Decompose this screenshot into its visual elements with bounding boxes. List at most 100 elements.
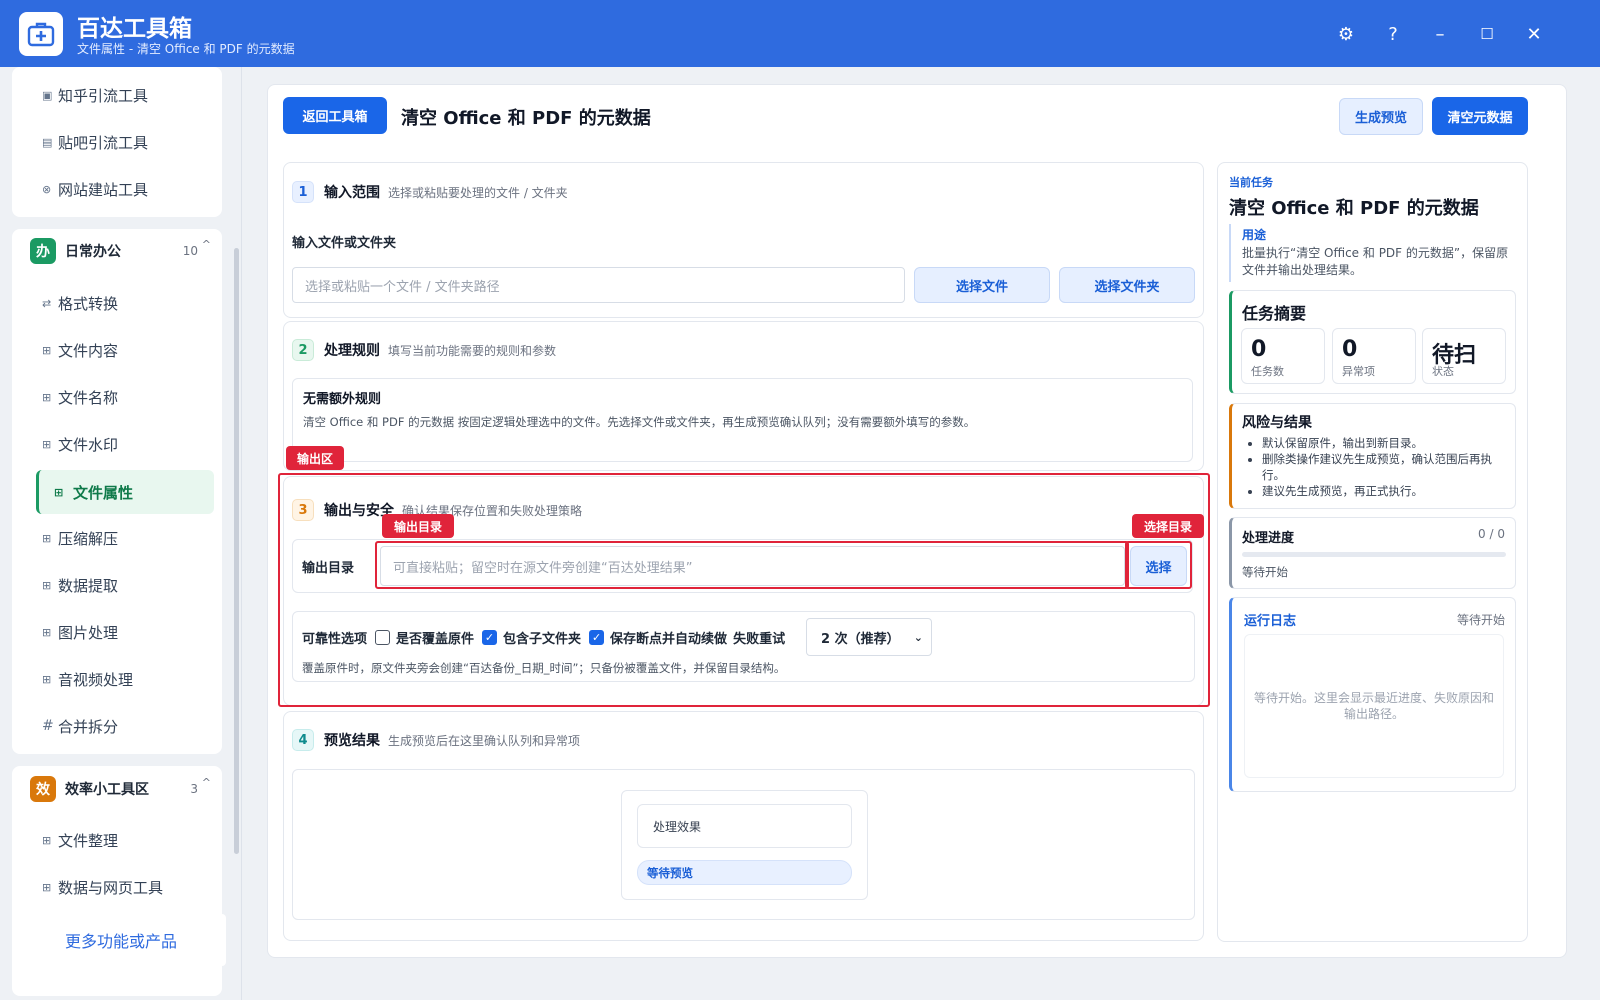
log-status: 等待开始 (1456, 613, 1505, 627)
hash-icon: # (42, 718, 54, 734)
sidebar-scrollbar[interactable] (234, 248, 239, 854)
settings-gear-icon[interactable]: ⚙ (1332, 20, 1360, 48)
rule-desc: 清空 Office 和 PDF 的元数据 按固定逻辑处理选中的文件。先选择文件或… (303, 415, 976, 429)
stat-value: 0 (1251, 337, 1267, 362)
task-title: 清空 Office 和 PDF 的元数据 (1229, 198, 1479, 219)
summary-title: 任务摘要 (1242, 304, 1307, 323)
retry-label: 失败重试 (733, 631, 786, 647)
sidebar-item-label: 数据与网页工具 (58, 878, 164, 897)
sidebar-item-label: 贴吧引流工具 (58, 133, 149, 152)
group-header-efficiency[interactable]: 效 效率小工具区 3 ^ (12, 767, 222, 811)
choose-folder-button[interactable]: 选择文件夹 (1059, 267, 1195, 303)
sidebar-item-label: 网站建站工具 (58, 180, 149, 199)
sidebar-item-label: 音视频处理 (58, 670, 134, 689)
tool-icon: ▤ (42, 135, 53, 149)
sidebar-item-label: 知乎引流工具 (58, 86, 149, 105)
sidebar-item-zhihu[interactable]: ▣ 知乎引流工具 (24, 75, 202, 115)
section-title: 输入范围 (324, 185, 380, 201)
sidebar-item-tieba[interactable]: ▤ 贴吧引流工具 (24, 122, 202, 162)
group-badge: 办 (30, 238, 56, 264)
sidebar-item-file-properties[interactable]: ⊞ 文件属性 (36, 470, 214, 514)
overwrite-label: 是否覆盖原件 (396, 631, 475, 647)
grid-icon: ⊞ (42, 880, 52, 894)
section-header: 2 处理规则 填写当前功能需要的规则和参数 (292, 339, 556, 361)
overwrite-checkbox[interactable] (375, 629, 391, 645)
generate-preview-button[interactable]: 生成预览 (1339, 98, 1423, 135)
progress-count: 0 / 0 (1478, 527, 1505, 541)
retry-select[interactable]: 2 次（推荐） ⌄ (806, 618, 932, 656)
sidebar-item-watermark[interactable]: ⊞ 文件水印 (24, 424, 202, 464)
rule-title: 无需额外规则 (303, 392, 382, 407)
minimize-button[interactable]: – (1426, 20, 1454, 48)
sidebar-item-label: 压缩解压 (58, 529, 119, 548)
sidebar-item-audio-video[interactable]: ⊞ 音视频处理 (24, 659, 202, 699)
output-dir-label: 输出目录 (302, 561, 355, 576)
grid-icon: ⊞ (42, 833, 52, 847)
output-zone-tag: 输出区 (286, 446, 344, 470)
sidebar-item-compress[interactable]: ⊞ 压缩解压 (24, 518, 202, 558)
progress-bar (1242, 552, 1506, 557)
sidebar-item-website[interactable]: ⊗ 网站建站工具 (24, 169, 202, 209)
stat-status: 待扫 状态 (1422, 328, 1506, 384)
choose-dir-tag: 选择目录 (1132, 514, 1204, 538)
chevron-down-icon: ⌄ (913, 630, 923, 644)
convert-icon: ⇄ (42, 296, 52, 310)
section-header: 1 输入范围 选择或粘贴要处理的文件 / 文件夹 (292, 181, 568, 203)
input-path-field[interactable]: 选择或粘贴一个文件 / 文件夹路径 (292, 267, 905, 303)
sidebar-item-merge-split[interactable]: # 合并拆分 (24, 706, 202, 746)
effect-box: 处理效果 (637, 804, 852, 848)
progress-title: 处理进度 (1242, 531, 1295, 546)
resume-checkbox[interactable]: ✓ (589, 629, 605, 645)
grid-icon: ⊞ (54, 485, 64, 499)
sidebar-item-image[interactable]: ⊞ 图片处理 (24, 612, 202, 652)
sidebar-item-format-convert[interactable]: ⇄ 格式转换 (24, 283, 202, 323)
purpose-text: 批量执行“清空 Office 和 PDF 的元数据”，保留原文件并输出处理结果。 (1242, 246, 1509, 277)
sidebar-item-label: 文件水印 (58, 435, 119, 454)
log-output[interactable]: 等待开始。这里会显示最近进度、失败原因和输出路径。 (1244, 634, 1504, 778)
sidebar-item-file-organize[interactable]: ⊞ 文件整理 (24, 820, 202, 860)
back-to-toolbox-button[interactable]: 返回工具箱 (283, 97, 387, 134)
sidebar-item-data-extract[interactable]: ⊞ 数据提取 (24, 565, 202, 605)
app-title: 百达工具箱 (77, 16, 192, 42)
close-button[interactable]: ✕ (1520, 20, 1548, 48)
chevron-up-icon[interactable]: ^ (202, 776, 211, 789)
stat-label: 任务数 (1251, 365, 1284, 378)
progress-status: 等待开始 (1242, 565, 1288, 579)
sidebar-item-label: 图片处理 (58, 623, 119, 642)
section-desc: 生成预览后在这里确认队列和异常项 (388, 733, 581, 748)
section-desc: 填写当前功能需要的规则和参数 (388, 343, 557, 358)
section-desc: 选择或粘贴要处理的文件 / 文件夹 (388, 185, 568, 200)
risk-title: 风险与结果 (1242, 415, 1312, 431)
log-title: 运行日志 (1244, 614, 1297, 629)
title-bar: 百达工具箱 文件属性 - 清空 Office 和 PDF 的元数据 ⚙ ? – … (0, 0, 1600, 67)
sidebar-item-data-web[interactable]: ⊞ 数据与网页工具 (24, 867, 202, 907)
risk-item: 删除类操作建议先生成预览，确认范围后再执行。 (1262, 451, 1506, 483)
stat-label: 状态 (1432, 365, 1454, 378)
help-icon[interactable]: ? (1379, 20, 1407, 48)
sidebar-item-label: 文件名称 (58, 388, 119, 407)
sidebar-item-label: 合并拆分 (58, 717, 119, 736)
sidebar-item-file-name[interactable]: ⊞ 文件名称 (24, 377, 202, 417)
chevron-up-icon[interactable]: ^ (202, 238, 211, 251)
sidebar-item-label: 文件整理 (58, 831, 119, 850)
page-title: 清空 Office 和 PDF 的元数据 (401, 108, 651, 129)
grid-icon: ⊞ (42, 625, 52, 639)
grid-icon: ⊞ (42, 390, 52, 404)
grid-icon: ⊞ (42, 531, 52, 545)
choose-file-button[interactable]: 选择文件 (914, 267, 1050, 303)
stat-label: 异常项 (1342, 365, 1375, 378)
reliability-label: 可靠性选项 (302, 631, 368, 647)
progress-card: 处理进度 0 / 0 等待开始 (1229, 517, 1516, 589)
clear-metadata-button[interactable]: 清空元数据 (1432, 97, 1528, 135)
sidebar-item-file-content[interactable]: ⊞ 文件内容 (24, 330, 202, 370)
section-header: 4 预览结果 生成预览后在这里确认队列和异常项 (292, 729, 580, 751)
tool-icon: ⊗ (42, 182, 52, 196)
maximize-button[interactable]: ☐ (1473, 20, 1501, 48)
preview-status-badge: 等待预览 (637, 860, 852, 885)
more-products-button[interactable]: 更多功能或产品 (16, 914, 226, 966)
group-count: 3 (190, 782, 198, 796)
subfolders-checkbox[interactable]: ✓ (482, 629, 498, 645)
group-header-daily[interactable]: 办 日常办公 10 ^ (12, 229, 222, 273)
app-subtitle: 文件属性 - 清空 Office 和 PDF 的元数据 (77, 42, 295, 56)
stat-exception-count: 0 异常项 (1332, 328, 1416, 384)
